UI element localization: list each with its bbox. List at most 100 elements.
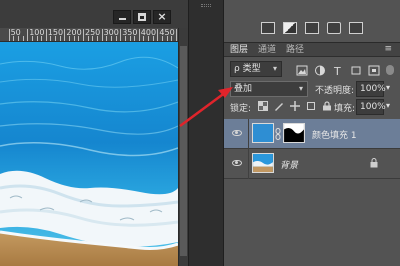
opacity-label: 不透明度:	[315, 86, 355, 96]
close-button[interactable]: ×	[153, 10, 171, 24]
ruler-minor-tick	[166, 36, 168, 41]
layers-panel: 图层 通道 路径 ≡ ρ 类型 ▾ T 叠加 ▾ 不透明度: 100% ▾ 锁定…	[224, 42, 400, 266]
layer-thumbnail-background[interactable]	[252, 153, 274, 173]
ruler-minor-tick	[87, 36, 89, 41]
fill-label: 填充:	[334, 104, 356, 114]
layer-name[interactable]: 颜色填充 1	[312, 128, 357, 141]
layer-filter-label: ρ 类型	[234, 64, 261, 74]
levels-icon[interactable]	[261, 22, 275, 34]
lock-label: 锁定:	[230, 104, 252, 114]
minimize-button[interactable]	[113, 10, 131, 24]
ruler-tick-label: 50	[10, 28, 21, 37]
ruler-tick	[157, 29, 159, 41]
ruler-minor-tick	[96, 36, 98, 41]
layer-filter-select[interactable]: ρ 类型 ▾	[230, 61, 282, 77]
ruler-minor-tick	[143, 36, 145, 41]
ruler-minor-tick	[124, 36, 126, 41]
ruler-minor-tick	[36, 36, 38, 41]
ruler-minor-tick	[92, 36, 94, 41]
link-chain-icon[interactable]	[275, 128, 281, 140]
ruler-tick	[120, 29, 122, 41]
chevron-down-icon: ▾	[272, 64, 277, 73]
image-filter-icon[interactable]	[296, 65, 308, 76]
fill-input[interactable]: 100%	[356, 99, 386, 115]
tab-channels[interactable]: 通道	[258, 44, 276, 57]
ruler-tick	[64, 29, 66, 41]
blend-mode-value: 叠加	[234, 84, 253, 94]
layer-row-color-fill[interactable]: 颜色填充 1	[224, 119, 400, 149]
lock-all-icon[interactable]	[322, 101, 332, 111]
chevron-down-icon: ▾	[298, 84, 303, 93]
selective-color-icon[interactable]	[305, 22, 319, 34]
opacity-input[interactable]: 100%	[356, 81, 386, 97]
lock-position-icon[interactable]	[290, 101, 300, 111]
maximize-button[interactable]	[133, 10, 151, 24]
chevron-down-icon[interactable]: ▾	[386, 101, 390, 110]
horizontal-ruler: 50100150200250300350400450500	[0, 28, 188, 42]
visibility-eye-icon[interactable]	[232, 130, 242, 136]
ruler-minor-tick	[73, 36, 75, 41]
tab-paths[interactable]: 路径	[286, 44, 304, 57]
shape-filter-icon[interactable]	[350, 65, 362, 76]
ruler-tick	[83, 29, 84, 41]
layer-thumbnail-color-fill[interactable]	[252, 123, 274, 143]
channel-mixer-icon[interactable]	[327, 22, 341, 34]
ruler-minor-tick	[41, 36, 43, 41]
panel-tab-bar: 图层 通道 路径 ≡	[224, 43, 400, 57]
gradient-map-icon[interactable]	[283, 22, 297, 34]
ruler-minor-tick	[129, 36, 131, 41]
ruler-minor-tick	[55, 36, 57, 41]
panel-menu-icon[interactable]: ≡	[384, 44, 392, 54]
ruler-minor-tick	[69, 36, 71, 41]
ruler-minor-tick	[59, 36, 61, 41]
canvas-image	[0, 42, 178, 266]
lock-image-pixels-icon[interactable]	[274, 101, 284, 111]
layer-row-background[interactable]: 背景	[224, 149, 400, 179]
divider	[248, 149, 249, 179]
panel-splitter[interactable]	[188, 0, 224, 266]
ruler-tick	[138, 29, 140, 41]
ruler-tick	[27, 29, 29, 41]
lock-icon	[370, 158, 378, 168]
close-icon: ×	[157, 10, 167, 23]
ruler-minor-tick	[50, 36, 52, 41]
ruler-tick	[176, 29, 177, 41]
ruler-minor-tick	[148, 36, 150, 41]
ruler-tick	[8, 29, 10, 41]
ruler-tick	[45, 29, 47, 41]
filter-toggle[interactable]	[386, 65, 394, 75]
document-window: × 50100150200250300350400450500	[0, 0, 188, 266]
ruler-minor-tick	[106, 36, 108, 41]
blend-mode-select[interactable]: 叠加 ▾	[230, 81, 308, 97]
ruler-minor-tick	[162, 36, 164, 41]
ruler-minor-tick	[115, 36, 117, 41]
color-lookup-icon[interactable]	[349, 22, 363, 34]
svg-text:T: T	[333, 65, 341, 76]
tab-layers[interactable]: 图层	[230, 44, 248, 57]
ruler-minor-tick	[78, 36, 80, 41]
adjustment-filter-icon[interactable]	[314, 65, 326, 76]
ruler-minor-tick	[110, 36, 112, 41]
ruler-minor-tick	[171, 36, 173, 41]
layer-mask-thumbnail[interactable]	[283, 123, 305, 143]
ruler-minor-tick	[13, 36, 15, 41]
divider	[248, 119, 249, 149]
visibility-eye-icon[interactable]	[232, 160, 242, 166]
lock-transparent-pixels-icon[interactable]	[258, 101, 268, 111]
smart-object-filter-icon[interactable]	[368, 65, 380, 76]
scrollbar-thumb[interactable]	[180, 46, 187, 256]
ruler-minor-tick	[22, 36, 24, 41]
adjustments-panel	[224, 0, 400, 42]
vertical-scrollbar[interactable]	[178, 28, 188, 266]
ruler-minor-tick	[152, 36, 154, 41]
chevron-down-icon[interactable]: ▾	[386, 83, 390, 92]
ruler-minor-tick	[31, 36, 33, 41]
grip-icon[interactable]	[201, 4, 211, 7]
ruler-tick	[101, 29, 103, 41]
ruler-minor-tick	[134, 36, 136, 41]
ruler-minor-tick	[17, 36, 19, 41]
text-filter-icon[interactable]: T	[332, 65, 344, 76]
document-title-bar[interactable]: ×	[0, 0, 188, 28]
lock-artboard-icon[interactable]	[306, 101, 316, 111]
layer-name[interactable]: 背景	[280, 158, 298, 171]
